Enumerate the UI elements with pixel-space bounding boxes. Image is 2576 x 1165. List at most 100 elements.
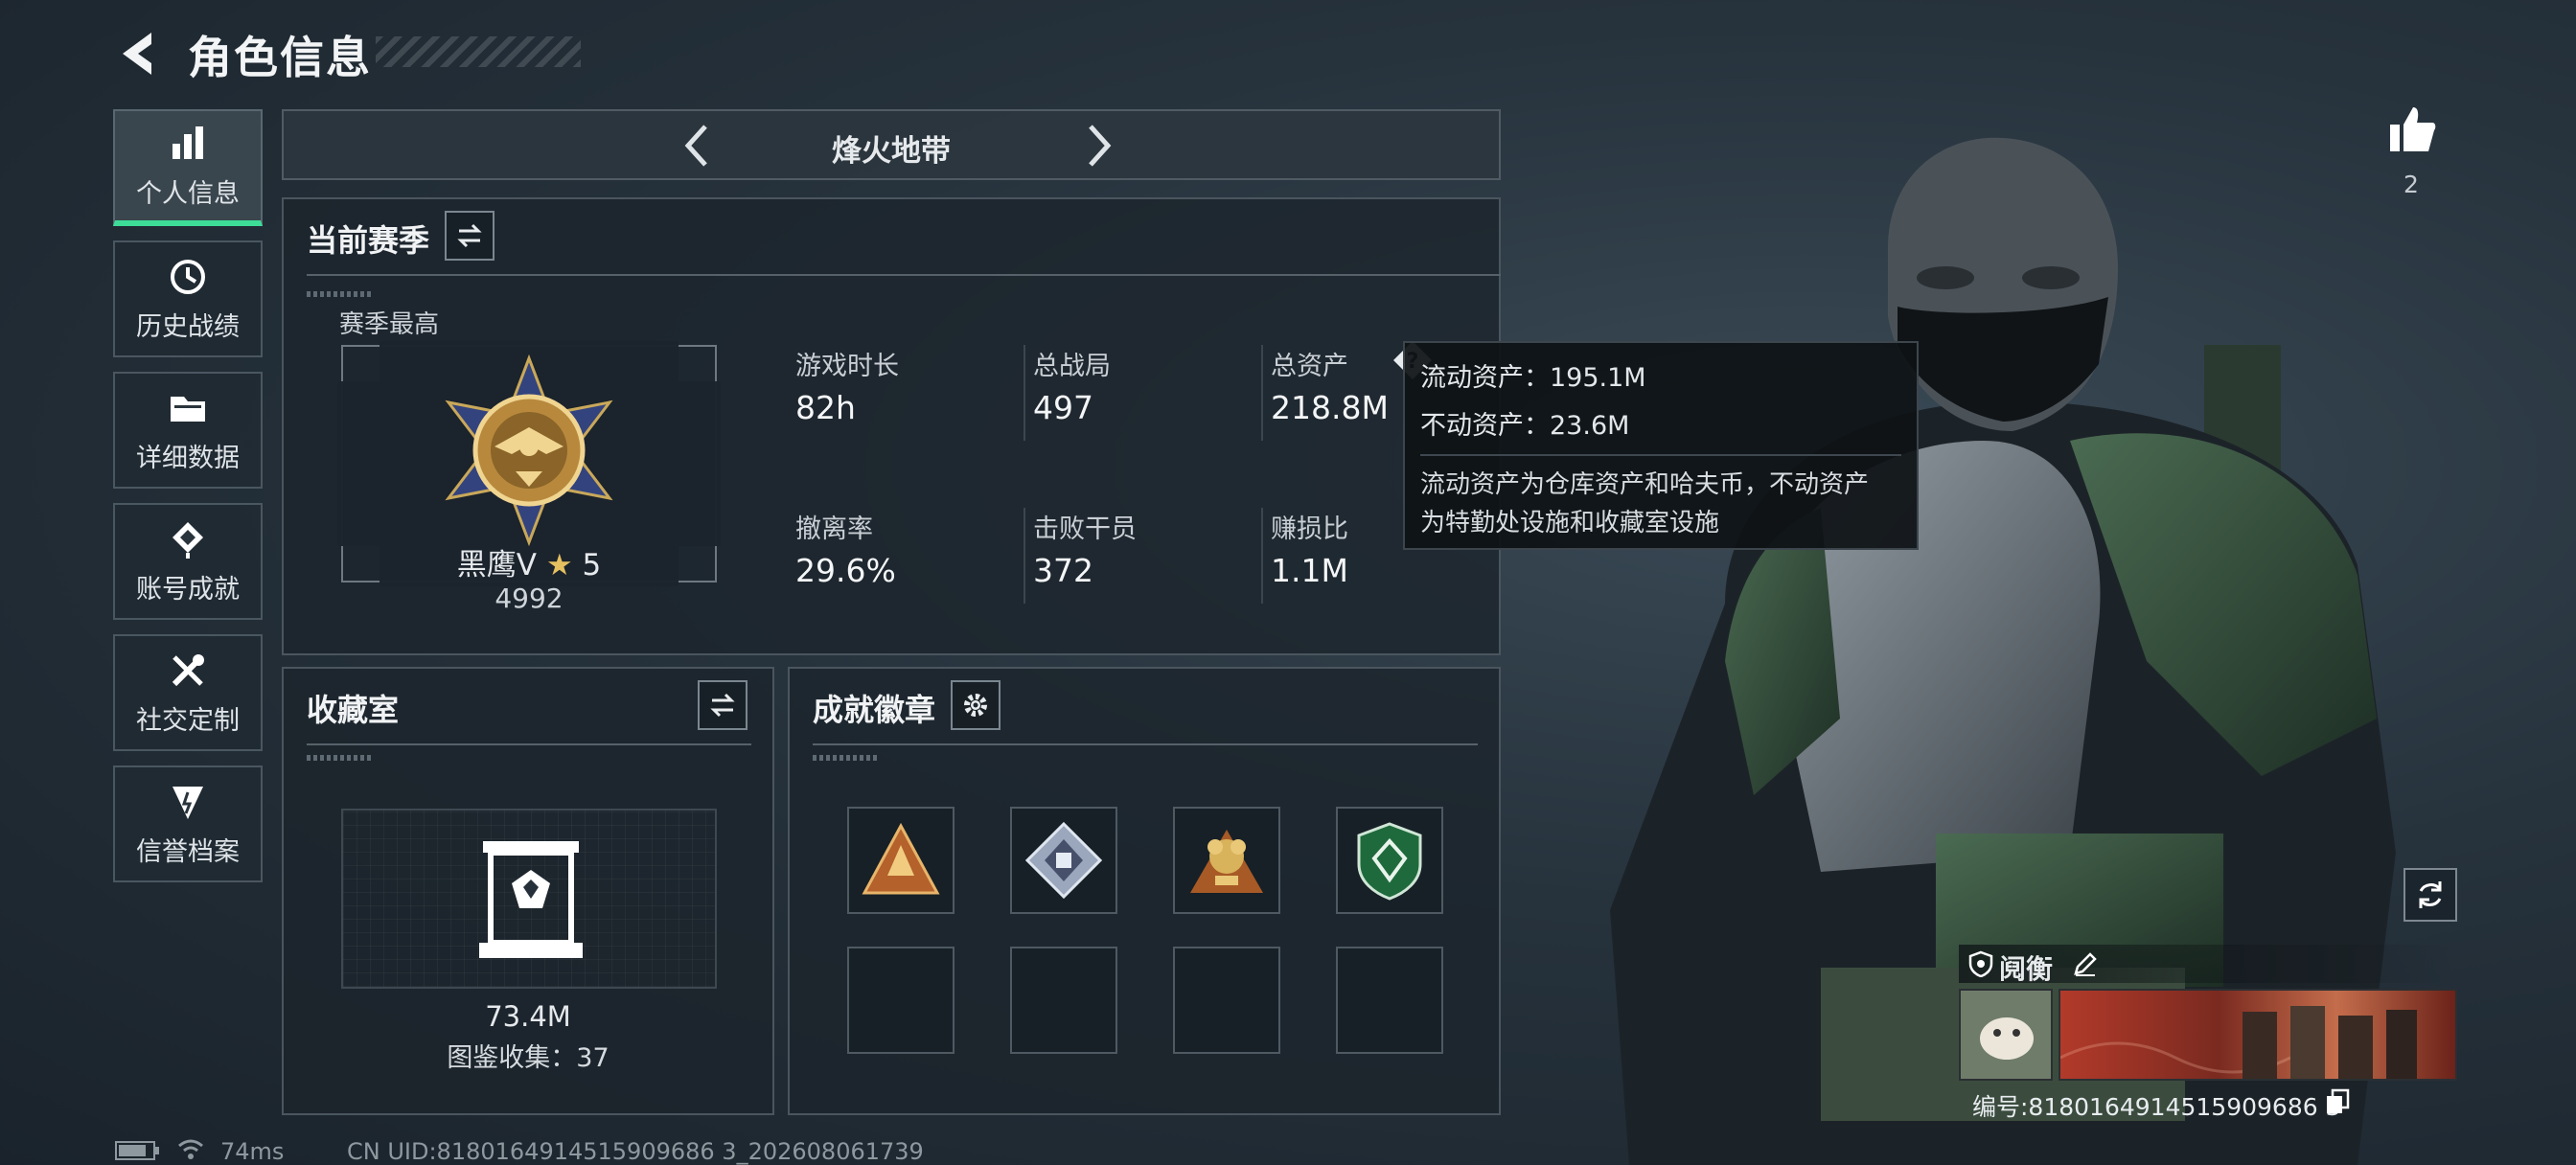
decoration	[307, 755, 372, 761]
side-nav: 个人信息 历史战绩 详细数据 账号成就 社交定制 信誉档案	[113, 109, 263, 897]
empty-badge-slot[interactable]	[1336, 947, 1443, 1054]
page-title: 角色信息	[188, 32, 372, 83]
title-decoration	[376, 36, 581, 67]
badges-panel: 成就徽章	[788, 667, 1501, 1115]
badge-slot[interactable]	[1010, 807, 1117, 914]
season-switch-button[interactable]	[445, 211, 494, 261]
player-name: 阋衡	[1999, 953, 2054, 985]
stat-label: 游戏时长	[795, 352, 899, 381]
decoration	[307, 291, 372, 297]
avatar[interactable]	[1959, 989, 2053, 1081]
nav-label: 个人信息	[136, 178, 240, 209]
nav-label: 详细数据	[136, 443, 240, 473]
divider	[813, 743, 1478, 745]
nav-label: 信誉档案	[136, 836, 240, 867]
season-panel: 当前赛季 赛季最高 黑鹰V ★ 5 4992 游戏时长 82h 总战局 497 …	[282, 197, 1501, 655]
stat-value: 372	[1033, 552, 1093, 589]
stat-value: 82h	[795, 389, 856, 426]
gold-badge-icon	[1190, 830, 1263, 893]
shield-icon	[1968, 950, 1993, 977]
chevron-right-icon	[1089, 125, 1112, 167]
badge-slot[interactable]	[1336, 807, 1443, 914]
nav-label: 账号成就	[136, 574, 240, 605]
stat-value: 218.8M	[1271, 389, 1389, 426]
season-title: 当前赛季	[307, 222, 430, 259]
empty-badge-slot[interactable]	[1173, 947, 1280, 1054]
collection-display[interactable]	[341, 809, 717, 989]
nav-item-achievements[interactable]: 账号成就	[113, 503, 263, 620]
badge-slot[interactable]	[847, 807, 954, 914]
season-best-label: 赛季最高	[339, 310, 440, 339]
copy-icon[interactable]	[2323, 1088, 2352, 1117]
banner-image	[2059, 1006, 2417, 1079]
display-case-icon	[479, 841, 583, 958]
stat-label: 总资产	[1271, 352, 1348, 381]
green-shield-badge-icon	[1357, 822, 1422, 901]
collection-value: 73.4M	[485, 1000, 571, 1033]
decoration	[813, 755, 878, 761]
nav-item-history[interactable]: 历史战绩	[113, 240, 263, 357]
nav-item-credit[interactable]: 信誉档案	[113, 765, 263, 882]
history-clock-icon	[171, 259, 205, 294]
triangle-badge-icon	[862, 822, 940, 895]
player-id: 编号:8180164914515909686 3	[1972, 1088, 2341, 1123]
badges-title: 成就徽章	[813, 692, 936, 728]
profile-banner[interactable]	[2058, 989, 2457, 1081]
player-id-text: 编号:8180164914515909686 3	[1972, 1093, 2341, 1121]
divider	[1261, 508, 1263, 604]
bar-chart-icon	[172, 126, 203, 159]
thumbs-up-icon	[2390, 107, 2436, 151]
achievement-icon	[172, 521, 203, 559]
divider	[307, 274, 1501, 276]
stat-value: 29.6%	[795, 552, 896, 589]
tooltip-fixed-assets: 不动资产：23.6M	[1420, 411, 1630, 441]
swap-icon	[710, 693, 735, 718]
player-name-bar: 阋衡	[1959, 945, 2457, 985]
badge-slot[interactable]	[1173, 807, 1280, 914]
nav-item-social[interactable]: 社交定制	[113, 634, 263, 751]
like-count: 2	[2404, 171, 2419, 198]
collection-switch-button[interactable]	[698, 680, 748, 730]
collection-panel: 收藏室 73.4M 图鉴收集：37	[282, 667, 774, 1115]
divider	[1261, 345, 1263, 441]
tooltip-liquid-assets: 流动资产：195.1M	[1420, 363, 1646, 393]
divider	[1420, 454, 1901, 456]
divider	[1024, 508, 1025, 604]
uid-text: CN UID:8180164914515909686 3_20260806173…	[347, 1138, 924, 1165]
ping-text: 74ms	[220, 1138, 285, 1165]
tools-icon	[172, 653, 204, 686]
badges-settings-button[interactable]	[951, 680, 1000, 730]
rotate-icon	[2419, 881, 2442, 908]
credit-shield-icon	[172, 786, 203, 819]
like-button[interactable]	[2386, 103, 2438, 159]
stat-value: 497	[1033, 389, 1093, 426]
back-arrow-icon	[123, 33, 151, 75]
tooltip-description-line1: 流动资产为仓库资产和哈夫币，不动资产	[1420, 470, 1870, 499]
swap-icon	[457, 223, 482, 248]
next-mode-button[interactable]	[1075, 119, 1121, 176]
collection-count: 图鉴收集：37	[447, 1043, 610, 1073]
asset-tooltip: 流动资产：195.1M 不动资产：23.6M 流动资产为仓库资产和哈夫币，不动资…	[1403, 341, 1919, 550]
divider	[307, 743, 751, 745]
stat-label: 击败干员	[1033, 514, 1137, 544]
folder-icon	[171, 396, 205, 422]
rank-row: 黑鹰V ★ 5	[341, 540, 717, 583]
rank-stars: 5	[582, 548, 602, 582]
edit-pencil-icon[interactable]	[2072, 950, 2099, 977]
nav-item-details[interactable]: 详细数据	[113, 372, 263, 489]
stat-label: 撤离率	[795, 514, 873, 544]
wifi-icon	[176, 1136, 205, 1165]
rank-name: 黑鹰V	[456, 548, 537, 582]
gear-icon	[964, 694, 987, 717]
mode-selector: 烽火地带	[282, 109, 1501, 180]
back-button[interactable]	[113, 27, 167, 80]
diamond-badge-icon	[1024, 821, 1103, 900]
nav-item-personal-info[interactable]: 个人信息	[113, 109, 263, 226]
stat-label: 赚损比	[1271, 514, 1348, 544]
empty-badge-slot[interactable]	[847, 947, 954, 1054]
battery-icon	[115, 1140, 161, 1165]
rotate-view-button[interactable]	[2404, 868, 2457, 922]
nav-label: 历史战绩	[136, 311, 240, 342]
empty-badge-slot[interactable]	[1010, 947, 1117, 1054]
nav-label: 社交定制	[136, 705, 240, 736]
